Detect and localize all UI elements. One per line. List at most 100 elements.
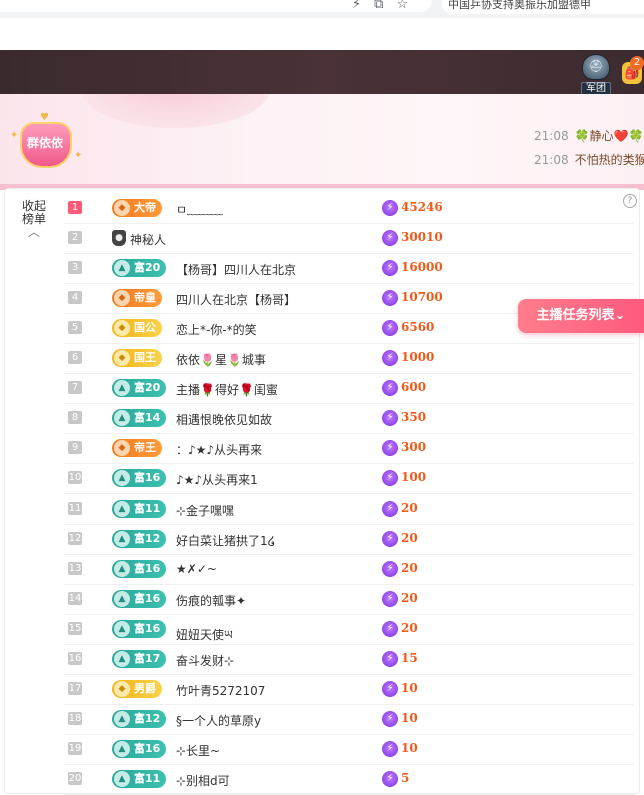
lightning-icon: ⚡ bbox=[382, 410, 398, 427]
browser-tab[interactable]: 中国乒协支持奥振乐加盟德甲 bbox=[442, 0, 644, 14]
contribution-score: 10 bbox=[401, 680, 418, 695]
user-name[interactable]: ：♪★♪从头再来 bbox=[176, 441, 262, 458]
leaderboard-row[interactable]: 9 ◆ 帝王 ：♪★♪从头再来 ⚡ 300 bbox=[64, 433, 634, 465]
wealth-gem-icon: ▲ bbox=[114, 620, 130, 637]
wealth-gem-icon: ▲ bbox=[114, 740, 130, 757]
user-name[interactable]: ⊹长里~ bbox=[176, 742, 220, 759]
host-task-list-button[interactable]: 主播任务列表⌄ bbox=[518, 299, 644, 333]
lightning-icon: ⚡ bbox=[382, 680, 398, 697]
noble-crest-icon: ◆ bbox=[114, 440, 130, 457]
rank-number: 1 bbox=[68, 201, 82, 214]
level-badge: ◆ 帝皇 bbox=[112, 289, 162, 308]
chat-log: 21:08 🍀静心❤️🍀 21:08 不怕热的类猴 bbox=[534, 124, 644, 172]
level-label: 富16 bbox=[134, 471, 161, 485]
leaderboard-row[interactable]: 2 ● 神秘人 ⚡ 30010 bbox=[64, 223, 634, 255]
leaderboard-row[interactable]: 7 ▲ 富20 主播🌹得好🌹闺蜜 ⚡ 600 bbox=[64, 373, 634, 405]
contribution-score: 10700 bbox=[401, 290, 443, 305]
lightning-icon: ⚡ bbox=[382, 650, 398, 667]
leaderboard-row[interactable]: 6 ◆ 国王 依依🌷星🌷城事 ⚡ 1000 bbox=[64, 343, 634, 375]
rank-number: 14 bbox=[68, 591, 82, 605]
level-badge: ▲ 富17 bbox=[112, 649, 167, 668]
level-badge: ◆ 帝王 bbox=[112, 439, 162, 458]
lightning-icon: ⚡ bbox=[382, 290, 398, 307]
crown-decoration bbox=[80, 94, 270, 128]
rank-number: 10 bbox=[68, 471, 82, 485]
rank-number: 6 bbox=[68, 351, 82, 365]
leaderboard-row[interactable]: 14 ▲ 富16 伤痕的瓡事✦ ⚡ 20 bbox=[64, 584, 634, 615]
leaderboard-row[interactable]: 11 ▲ 富11 ⊹金子嘿嘿 ⚡ 20 bbox=[64, 494, 634, 525]
user-name[interactable]: ♪★♪从头再来1 bbox=[176, 471, 258, 488]
army-button[interactable]: ⛑ 军团 bbox=[576, 54, 616, 96]
host-badge[interactable]: ✦ ✦ ♥ 群依依 bbox=[10, 112, 82, 168]
level-label: 富16 bbox=[134, 621, 161, 635]
chat-user[interactable]: 🍀静心❤️🍀 bbox=[575, 129, 644, 143]
contribution-score: 20 bbox=[401, 590, 418, 605]
leaderboard-row[interactable]: 15 ▲ 富16 妞妞天使ཡ ⚡ 20 bbox=[64, 614, 634, 645]
lightning-icon: ⚡ bbox=[382, 320, 398, 337]
leaderboard-row[interactable]: 20 ▲ 富11 ⊹别相d可 ⚡ 5 bbox=[64, 764, 634, 795]
leaderboard-row[interactable]: 1 ◆ 大帝 ㅁ﹏﹏﹏ ⚡ 45246 bbox=[64, 193, 634, 224]
star-icon[interactable]: ☆ bbox=[396, 0, 421, 12]
bolt-icon[interactable]: ⚡ bbox=[352, 0, 374, 12]
leaderboard-row[interactable]: 19 ▲ 富16 ⊹长里~ ⚡ 10 bbox=[64, 734, 634, 765]
leaderboard-row[interactable]: 8 ▲ 富14 相遇恨晚依见如故 ⚡ 350 bbox=[64, 403, 634, 435]
noble-crest-icon: ◆ bbox=[114, 680, 130, 697]
wealth-gem-icon: ▲ bbox=[114, 470, 130, 487]
level-label: 帝王 bbox=[134, 441, 156, 455]
user-name[interactable]: 主播🌹得好🌹闺蜜 bbox=[176, 381, 278, 398]
leaderboard-row[interactable]: 17 ◆ 男爵 竹叶青5272107 ⚡ 10 bbox=[64, 674, 634, 705]
user-name[interactable]: 恋上*-你-*的笑 bbox=[176, 321, 257, 338]
level-badge: ▲ 富14 bbox=[112, 409, 167, 428]
leaderboard-row[interactable]: 16 ▲ 富17 奋斗发财⊹ ⚡ 15 bbox=[64, 644, 634, 675]
helmet-icon: ⛑ bbox=[582, 54, 610, 80]
level-badge: ▲ 富12 bbox=[112, 529, 167, 548]
level-label: 富16 bbox=[134, 561, 161, 575]
user-name[interactable]: 依依🌷星🌷城事 bbox=[176, 351, 266, 368]
rank-number: 5 bbox=[68, 321, 82, 335]
level-label: 富14 bbox=[134, 411, 161, 425]
user-name[interactable]: 四川人在北京【杨哥】 bbox=[176, 291, 296, 308]
leaderboard-row[interactable]: 3 ▲ 富20 【杨哥】四川人在北京 ⚡ 16000 bbox=[64, 253, 634, 285]
contribution-score: 300 bbox=[401, 440, 427, 455]
leaderboard-row[interactable]: 10 ▲ 富16 ♪★♪从头再来1 ⚡ 100 bbox=[64, 463, 634, 495]
browser-toolbar-icons: ⚡⧉☆ bbox=[352, 0, 421, 12]
contribution-score: 16000 bbox=[401, 260, 443, 275]
user-name[interactable]: ⊹别相d可 bbox=[176, 772, 230, 789]
level-label: 富20 bbox=[134, 261, 161, 275]
user-name[interactable]: 奋斗发财⊹ bbox=[176, 652, 234, 669]
user-name[interactable]: 竹叶青5272107 bbox=[176, 682, 265, 699]
user-name[interactable]: 伤痕的瓡事✦ bbox=[176, 592, 246, 609]
level-badge: ▲ 富16 bbox=[112, 589, 167, 608]
wealth-gem-icon: ▲ bbox=[114, 770, 130, 787]
leaderboard-row[interactable]: 18 ▲ 富12 §一个人的草原y ⚡ 10 bbox=[64, 704, 634, 735]
user-name[interactable]: 相遇恨晚依见如故 bbox=[176, 411, 272, 428]
level-badge: ▲ 富16 bbox=[112, 739, 167, 758]
sparkle-icon: ✦ bbox=[74, 150, 83, 161]
chat-time: 21:08 bbox=[534, 129, 569, 143]
contribution-score: 1000 bbox=[401, 350, 435, 365]
lightning-icon: ⚡ bbox=[382, 710, 398, 727]
rank-number: 13 bbox=[68, 561, 82, 575]
user-name[interactable]: ㅁ﹏﹏﹏ bbox=[176, 201, 223, 218]
lightning-icon: ⚡ bbox=[382, 200, 398, 216]
user-name[interactable]: 神秘人 bbox=[130, 231, 166, 248]
chat-message: 21:08 不怕热的类猴 bbox=[534, 148, 644, 172]
user-name[interactable]: ★✗✓~ bbox=[176, 562, 217, 576]
leaderboard-row[interactable]: 13 ▲ 富16 ★✗✓~ ⚡ 20 bbox=[64, 554, 634, 585]
rank-number: 4 bbox=[68, 291, 82, 305]
user-name[interactable]: ⊹金子嘿嘿 bbox=[176, 502, 234, 519]
notification-badge: 2 bbox=[630, 56, 644, 70]
contribution-score: 100 bbox=[401, 470, 427, 485]
user-name[interactable]: 【杨哥】四川人在北京 bbox=[176, 261, 296, 278]
lightning-icon: ⚡ bbox=[382, 620, 398, 637]
collapse-leaderboard-button[interactable]: 收起 榜单 ︿ bbox=[20, 200, 48, 239]
lightning-icon: ⚡ bbox=[382, 380, 398, 397]
leaderboard-row[interactable]: 12 ▲ 富12 好白菜让猪拱了1໒ ⚡ 20 bbox=[64, 524, 634, 555]
contribution-score: 600 bbox=[401, 380, 427, 395]
cast-icon[interactable]: ⧉ bbox=[374, 0, 396, 12]
noble-crest-icon: ◆ bbox=[114, 200, 130, 216]
user-name[interactable]: §一个人的草原y bbox=[176, 712, 261, 729]
level-badge: ◆ 男爵 bbox=[112, 679, 162, 698]
rank-number: 15 bbox=[68, 621, 82, 635]
user-name[interactable]: 好白菜让猪拱了1໒ bbox=[176, 532, 275, 549]
